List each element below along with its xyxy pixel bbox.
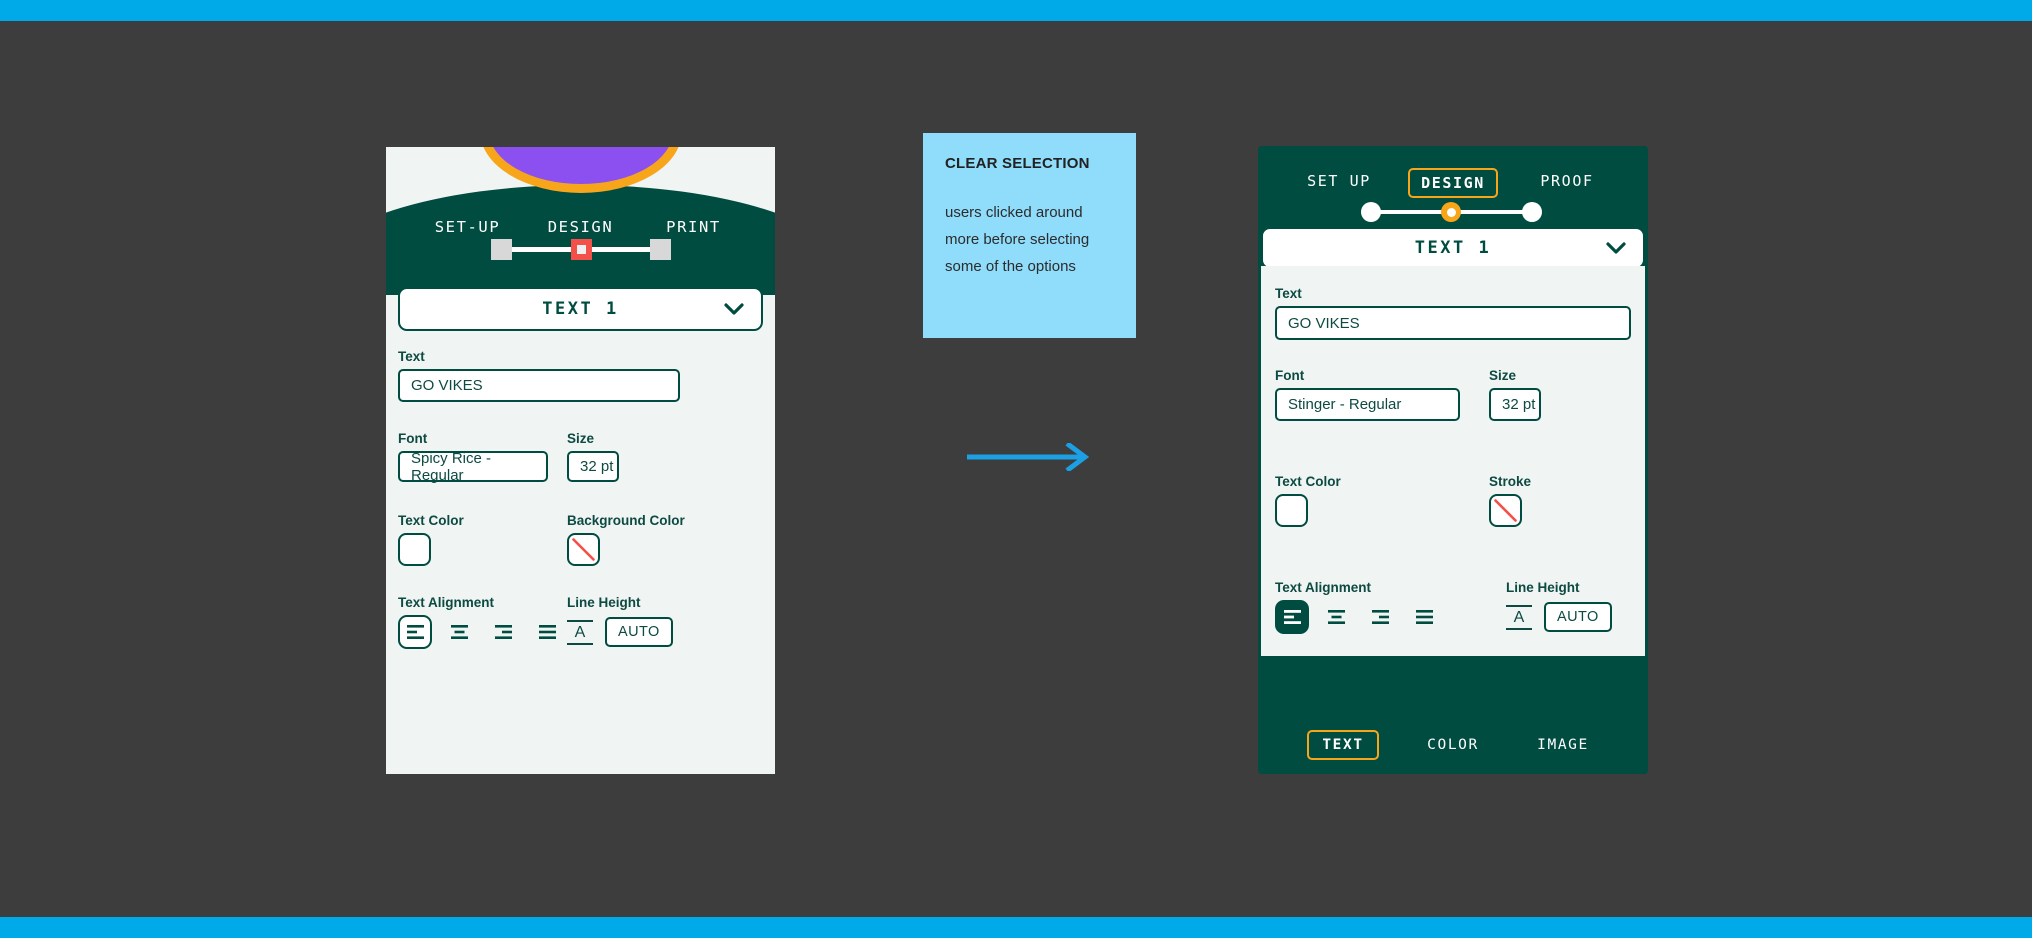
after-text-input[interactable]: GO VIKES [1275, 306, 1631, 340]
before-text-value: GO VIKES [411, 377, 483, 394]
before-line-height-input[interactable]: AUTO [605, 617, 673, 647]
top-accent-bar [0, 0, 2032, 21]
before-background-color-swatch[interactable] [567, 533, 600, 566]
after-line-height-group: A AUTO [1506, 602, 1612, 632]
before-line-height-value: AUTO [618, 624, 660, 640]
before-alignment-label: Text Alignment [398, 595, 495, 610]
before-progress-track[interactable] [491, 239, 671, 260]
tab-text[interactable]: TEXT [1288, 730, 1398, 760]
before-size-value: 32 pt [580, 458, 614, 475]
tab-color[interactable]: COLOR [1398, 732, 1508, 758]
tab-color-label: COLOR [1427, 737, 1479, 753]
after-step-setup[interactable]: SET UP [1282, 168, 1396, 198]
tab-image[interactable]: IMAGE [1508, 732, 1618, 758]
line-height-a-icon: A [1506, 604, 1532, 630]
before-font-label: Font [398, 431, 428, 446]
before-step-marker-2-active[interactable] [571, 239, 592, 260]
before-text-color-label: Text Color [398, 513, 464, 528]
after-mockup-panel: SET UP DESIGN PROOF TEXT 1 Text GO VIKES [1258, 146, 1648, 774]
after-step-proof-label: PROOF [1540, 172, 1594, 190]
before-step-design[interactable]: DESIGN [524, 218, 637, 236]
align-center-icon[interactable] [1319, 600, 1353, 634]
line-height-a-icon: A [567, 619, 593, 645]
chevron-down-icon[interactable] [723, 298, 745, 320]
tab-image-label: IMAGE [1537, 737, 1589, 753]
after-text-color-label: Text Color [1275, 474, 1341, 489]
after-step-proof[interactable]: PROOF [1510, 168, 1624, 198]
after-panel-body: Text GO VIKES Font Stinger - Regular Siz… [1261, 266, 1645, 656]
before-text-input[interactable]: GO VIKES [398, 369, 680, 402]
none-slash-icon [572, 538, 595, 561]
chevron-down-icon[interactable] [1605, 237, 1627, 259]
none-slash-icon [1494, 499, 1517, 522]
before-step-print[interactable]: PRINT [637, 218, 750, 236]
right-arrow-icon [965, 441, 1090, 473]
after-alignment-label: Text Alignment [1275, 580, 1372, 595]
before-size-label: Size [567, 431, 595, 446]
before-line-height-label: Line Height [567, 595, 641, 610]
after-bottom-tabs: TEXT COLOR IMAGE [1258, 716, 1648, 774]
before-font-value: Spicy Rice - Regular [411, 449, 492, 484]
after-line-height-value: AUTO [1557, 609, 1599, 625]
after-line-height-input[interactable]: AUTO [1544, 602, 1612, 632]
after-step-setup-label: SET UP [1307, 172, 1371, 190]
before-alignment-group [398, 615, 564, 649]
after-step-marker-1[interactable] [1361, 202, 1381, 222]
tab-text-label: TEXT [1307, 730, 1379, 760]
after-stroke-label: Stroke [1489, 474, 1532, 489]
sticky-note-title: CLEAR SELECTION [945, 155, 1090, 172]
after-stroke-swatch[interactable] [1489, 494, 1522, 527]
before-step-nav: SET-UP DESIGN PRINT [386, 218, 775, 236]
marker-inner [577, 245, 586, 254]
after-step-marker-3[interactable] [1522, 202, 1542, 222]
before-panel-header: SET-UP DESIGN PRINT [386, 147, 775, 295]
after-size-input[interactable]: 32 pt [1489, 388, 1541, 421]
after-step-design-label: DESIGN [1408, 168, 1498, 198]
align-left-icon[interactable] [398, 615, 432, 649]
after-alignment-group [1275, 600, 1441, 634]
after-section-header[interactable]: TEXT 1 [1261, 227, 1645, 269]
after-step-design[interactable]: DESIGN [1396, 168, 1510, 198]
before-step-marker-3[interactable] [650, 239, 671, 260]
after-progress-track[interactable] [1361, 202, 1542, 222]
marker-inner [1446, 207, 1456, 217]
after-text-value: GO VIKES [1288, 314, 1360, 332]
after-size-label: Size [1489, 368, 1517, 383]
after-text-color-swatch[interactable] [1275, 494, 1308, 527]
before-text-color-swatch[interactable] [398, 533, 431, 566]
after-size-value: 32 pt [1502, 396, 1536, 413]
align-right-icon[interactable] [486, 615, 520, 649]
after-step-nav: SET UP DESIGN PROOF [1258, 168, 1648, 198]
align-justify-icon[interactable] [1407, 600, 1441, 634]
before-background-color-label: Background Color [567, 513, 685, 528]
decorative-blob [479, 147, 682, 193]
after-font-value: Stinger - Regular [1288, 396, 1402, 413]
after-font-label: Font [1275, 368, 1305, 383]
after-section-title: TEXT 1 [1414, 238, 1492, 258]
align-center-icon[interactable] [442, 615, 476, 649]
after-step-marker-2-active[interactable] [1441, 202, 1461, 222]
before-line-height-group: A AUTO [567, 617, 673, 647]
align-right-icon[interactable] [1363, 600, 1397, 634]
before-mockup-panel: SET-UP DESIGN PRINT TEXT 1 Text GO VIKES… [386, 147, 775, 774]
before-step-setup[interactable]: SET-UP [411, 218, 524, 236]
after-text-label: Text [1275, 286, 1302, 301]
after-line-height-label: Line Height [1506, 580, 1580, 595]
align-left-icon[interactable] [1275, 600, 1309, 634]
before-size-input[interactable]: 32 pt [567, 451, 619, 482]
sticky-note-clear-selection: CLEAR SELECTION users clicked around mor… [923, 133, 1136, 338]
bottom-accent-bar [0, 917, 2032, 938]
sticky-note-body: users clicked around more before selecti… [945, 204, 1090, 275]
align-justify-icon[interactable] [530, 615, 564, 649]
after-font-select[interactable]: Stinger - Regular [1275, 388, 1460, 421]
before-section-header[interactable]: TEXT 1 [398, 287, 763, 331]
before-font-select[interactable]: Spicy Rice - Regular [398, 449, 548, 484]
before-section-title: TEXT 1 [542, 299, 619, 319]
before-step-marker-1[interactable] [491, 239, 512, 260]
before-text-label: Text [398, 349, 425, 364]
after-panel-header: SET UP DESIGN PROOF [1258, 146, 1648, 234]
